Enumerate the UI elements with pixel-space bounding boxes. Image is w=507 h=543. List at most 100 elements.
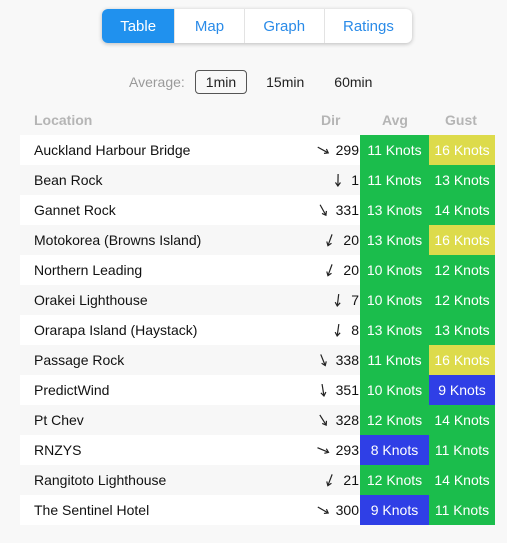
direction: 8: [331, 315, 359, 345]
wind-arrow-icon: [326, 474, 334, 487]
direction-value: 328: [335, 412, 359, 428]
direction-value: 351: [335, 382, 359, 398]
location-name: Passage Rock: [34, 352, 125, 368]
direction: 299: [316, 135, 359, 165]
location-name: PredictWind: [34, 382, 110, 398]
location-name: Motokorea (Browns Island): [34, 232, 202, 248]
wind-arrow-icon: [316, 447, 330, 454]
location-name: Pt Chev: [34, 412, 84, 428]
avg-speed: 12 Knots: [360, 465, 429, 495]
wind-arrow-icon: [334, 323, 341, 337]
direction-value: 338: [335, 352, 359, 368]
header-dir[interactable]: Dir: [321, 112, 340, 128]
wind-arrow-icon: [334, 293, 341, 307]
average-option-15min[interactable]: 15min: [255, 70, 315, 94]
direction: 331: [316, 195, 359, 225]
direction-value: 8: [351, 322, 359, 338]
table-row[interactable]: Motokorea (Browns Island) 20 13 Knots 16 Kn…: [20, 225, 495, 255]
gust-speed: 14 Knots: [429, 465, 495, 495]
avg-speed: 8 Knots: [360, 435, 429, 465]
gust-speed: 16 Knots: [429, 225, 495, 255]
average-selector: Average: 1min 15min 60min: [129, 70, 391, 94]
avg-speed: 13 Knots: [360, 225, 429, 255]
table-row[interactable]: Auckland Harbour Bridge 299 11 Knots 16 Kno…: [20, 135, 495, 165]
wind-arrow-icon: [317, 146, 329, 154]
gust-speed: 11 Knots: [429, 495, 495, 525]
location-name: Orakei Lighthouse: [34, 292, 148, 308]
average-option-1min[interactable]: 1min: [194, 70, 248, 94]
table-row[interactable]: Gannet Rock 331 13 Knots 14 Knots: [20, 195, 495, 225]
table-row[interactable]: RNZYS 293 8 Knots 11 Knots: [20, 435, 495, 465]
gust-speed: 12 Knots: [429, 285, 495, 315]
avg-speed: 13 Knots: [360, 195, 429, 225]
location-name: RNZYS: [34, 442, 82, 458]
direction-value: 331: [335, 202, 359, 218]
avg-speed: 9 Knots: [360, 495, 429, 525]
direction-value: 21: [343, 472, 359, 488]
wind-arrow-icon: [326, 264, 334, 277]
view-tabs: Table Map Graph Ratings: [102, 9, 412, 43]
wind-arrow-icon: [318, 414, 327, 426]
gust-speed: 11 Knots: [429, 435, 495, 465]
direction: 21: [323, 465, 359, 495]
table-header: Location Dir Avg Gust: [20, 111, 495, 131]
table-row[interactable]: Orakei Lighthouse 7 10 Knots 12 Knots: [20, 285, 495, 315]
wind-arrow-icon: [319, 354, 327, 367]
header-gust[interactable]: Gust: [445, 112, 477, 128]
tab-graph[interactable]: Graph: [243, 9, 324, 43]
average-option-60min[interactable]: 60min: [323, 70, 383, 94]
wind-arrow-icon: [320, 383, 327, 397]
avg-speed: 10 Knots: [360, 255, 429, 285]
gust-speed: 16 Knots: [429, 345, 495, 375]
avg-speed: 11 Knots: [360, 345, 429, 375]
direction-value: 7: [351, 292, 359, 308]
direction: 328: [316, 405, 359, 435]
table-row[interactable]: Passage Rock 338 11 Knots 16 Knots: [20, 345, 495, 375]
tab-ratings[interactable]: Ratings: [323, 9, 412, 43]
direction: 7: [331, 285, 359, 315]
location-name: Bean Rock: [34, 172, 103, 188]
direction-value: 300: [335, 502, 359, 518]
tab-map[interactable]: Map: [174, 9, 243, 43]
direction: 300: [316, 495, 359, 525]
avg-speed: 10 Knots: [360, 285, 429, 315]
location-name: The Sentinel Hotel: [34, 502, 150, 518]
direction-value: 1: [351, 172, 359, 188]
avg-speed: 11 Knots: [360, 165, 429, 195]
avg-speed: 10 Knots: [360, 375, 429, 405]
direction-value: 20: [343, 262, 359, 278]
wind-table: Auckland Harbour Bridge 299 11 Knots 16 Kno…: [20, 135, 495, 525]
direction-value: 20: [343, 232, 359, 248]
location-name: Rangitoto Lighthouse: [34, 472, 167, 488]
table-row[interactable]: Pt Chev 328 12 Knots 14 Knots: [20, 405, 495, 435]
direction-value: 299: [335, 142, 359, 158]
avg-speed: 11 Knots: [360, 135, 429, 165]
direction: 338: [316, 345, 359, 375]
gust-speed: 14 Knots: [429, 195, 495, 225]
table-row[interactable]: Bean Rock 1 11 Knots 13 Knots: [20, 165, 495, 195]
location-name: Northern Leading: [34, 262, 143, 278]
gust-speed: 13 Knots: [429, 315, 495, 345]
table-row[interactable]: Northern Leading 20 10 Knots 12 Knots: [20, 255, 495, 285]
gust-speed: 9 Knots: [429, 375, 495, 405]
tab-table[interactable]: Table: [102, 9, 175, 43]
direction: 293: [316, 435, 359, 465]
direction: 351: [316, 375, 359, 405]
table-row[interactable]: The Sentinel Hotel 300 9 Knots 11 Knots: [20, 495, 495, 525]
header-avg[interactable]: Avg: [382, 112, 408, 128]
wind-arrow-icon: [335, 173, 342, 187]
header-location[interactable]: Location: [34, 112, 92, 128]
wind-arrow-icon: [319, 204, 327, 217]
table-row[interactable]: PredictWind 351 10 Knots 9 Knots: [20, 375, 495, 405]
direction: 1: [331, 165, 359, 195]
location-name: Gannet Rock: [34, 202, 116, 218]
direction-value: 293: [335, 442, 359, 458]
gust-speed: 13 Knots: [429, 165, 495, 195]
avg-speed: 12 Knots: [360, 405, 429, 435]
average-label: Average:: [129, 74, 185, 90]
wind-arrow-icon: [326, 234, 334, 247]
table-row[interactable]: Rangitoto Lighthouse 21 12 Knots 14 Knots: [20, 465, 495, 495]
gust-speed: 12 Knots: [429, 255, 495, 285]
gust-speed: 14 Knots: [429, 405, 495, 435]
table-row[interactable]: Orarapa Island (Haystack) 8 13 Knots 13 Kno…: [20, 315, 495, 345]
